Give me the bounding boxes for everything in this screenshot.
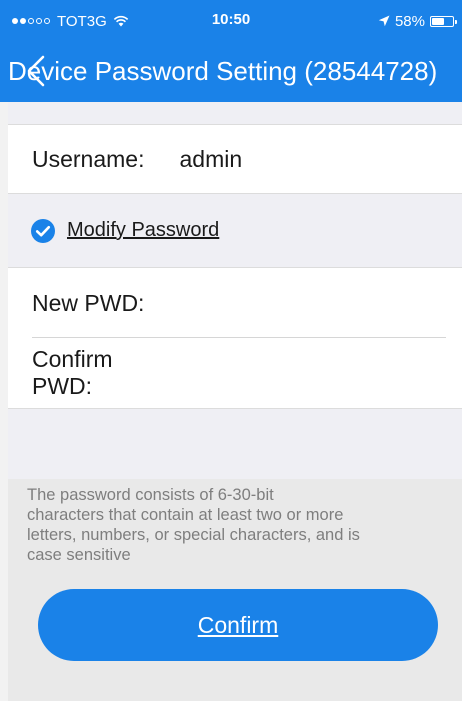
- new-password-label: New PWD:: [32, 289, 145, 316]
- modify-password-row[interactable]: Modify Password: [8, 194, 462, 268]
- confirm-password-row: Confirm PWD:: [8, 338, 462, 409]
- battery-icon: [430, 15, 457, 27]
- confirm-password-label: Confirm PWD:: [32, 346, 113, 399]
- confirm-button[interactable]: Confirm: [38, 589, 438, 661]
- status-bar: TOT3G 10:50 58%: [0, 0, 462, 40]
- battery-level-fill: [432, 17, 444, 25]
- new-password-row: New PWD:: [8, 268, 462, 338]
- password-hint-text: The password consists of 6-30-bit charac…: [27, 486, 360, 564]
- checkmark-circle-icon[interactable]: [31, 218, 55, 243]
- username-value: admin: [179, 145, 243, 172]
- modify-password-label[interactable]: Modify Password: [67, 219, 219, 242]
- username-row: Username: admin: [8, 124, 462, 194]
- page-title: Device Password Setting (28544728): [8, 56, 438, 86]
- spacer-band: [8, 409, 462, 479]
- username-label: Username:: [32, 145, 145, 172]
- back-chevron-icon: [27, 55, 45, 87]
- section-gap: [8, 102, 462, 124]
- header: TOT3G 10:50 58% Device Password Setting …: [0, 0, 462, 102]
- battery-percent: 58%: [394, 12, 425, 30]
- nav-bar: Device Password Setting (28544728): [0, 40, 462, 102]
- back-button[interactable]: [22, 54, 52, 88]
- confirm-password-input[interactable]: [177, 352, 446, 394]
- new-password-input[interactable]: [152, 282, 446, 324]
- status-right: 58%: [378, 11, 457, 31]
- device-password-screen: TOT3G 10:50 58% Device Password Setting …: [0, 0, 462, 701]
- location-arrow-icon: [378, 15, 390, 27]
